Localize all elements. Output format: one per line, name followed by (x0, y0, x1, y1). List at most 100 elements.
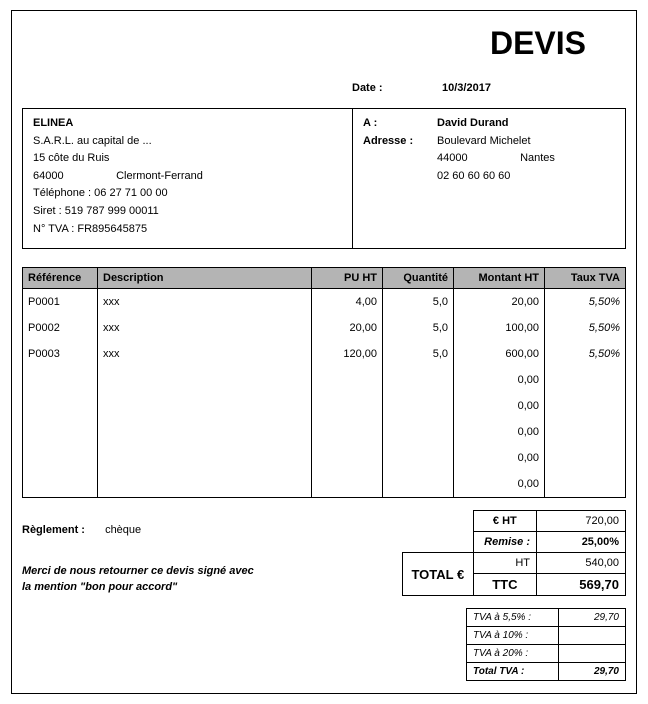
cell-tva: 5,50% (545, 315, 626, 341)
cell-ref (23, 393, 98, 419)
table-row: 0,00 (23, 445, 626, 471)
recipient-postal: 44000 (437, 150, 517, 168)
items-table: Référence Description PU HT Quantité Mon… (22, 267, 626, 498)
tva-breakdown: TVA à 5,5% : 29,70 TVA à 10% : TVA à 20%… (466, 608, 626, 681)
cell-tva: 5,50% (545, 289, 626, 316)
cell-qty (383, 393, 454, 419)
table-row: 0,00 (23, 419, 626, 445)
col-ref: Référence (23, 268, 98, 289)
sender-city-row: 64000 Clermont-Ferrand (33, 168, 342, 186)
cell-ref: P0002 (23, 315, 98, 341)
table-row: P0002xxx20,005,0100,005,50% (23, 315, 626, 341)
cell-pu: 120,00 (312, 341, 383, 367)
sender-city: Clermont-Ferrand (116, 170, 203, 182)
cell-desc: xxx (98, 315, 312, 341)
cell-mht: 0,00 (454, 419, 545, 445)
document-title: DEVIS (22, 25, 626, 62)
cell-pu: 4,00 (312, 289, 383, 316)
sender-vat-label: N° TVA : (33, 223, 74, 235)
eht-value: 720,00 (537, 511, 626, 532)
addr-label: Adresse : (363, 133, 437, 151)
cell-desc: xxx (98, 341, 312, 367)
table-row: P0003xxx120,005,0600,005,50% (23, 341, 626, 367)
cell-ref (23, 445, 98, 471)
remise-value: 25,00% (537, 532, 626, 553)
bottom-section: Règlement : chèque Merci de nous retourn… (22, 510, 626, 681)
sender-block: ELINEA S.A.R.L. au capital de ... 15 côt… (23, 109, 353, 248)
note-line-2: la mention "bon pour accord" (22, 580, 402, 595)
devis-page: DEVIS Date : 10/3/2017 ELINEA S.A.R.L. a… (11, 10, 637, 694)
eht-label: € HT (473, 511, 536, 532)
cell-tva (545, 419, 626, 445)
sender-siret-row: Siret : 519 787 999 00011 (33, 203, 342, 221)
sender-siret-label: Siret : (33, 205, 62, 217)
sender-phone-row: Téléphone : 06 27 71 00 00 (33, 185, 342, 203)
recipient-name: David Durand (437, 115, 615, 133)
cell-pu (312, 471, 383, 498)
sender-postal: 64000 (33, 168, 113, 186)
cell-tva (545, 367, 626, 393)
cell-qty: 5,0 (383, 289, 454, 316)
cell-desc (98, 367, 312, 393)
cell-pu (312, 419, 383, 445)
cell-qty (383, 445, 454, 471)
cell-pu: 20,00 (312, 315, 383, 341)
cell-pu (312, 393, 383, 419)
cell-qty (383, 367, 454, 393)
ht-value: 540,00 (537, 553, 626, 574)
col-tva: Taux TVA (545, 268, 626, 289)
cell-qty: 5,0 (383, 315, 454, 341)
signature-note: Merci de nous retourner ce devis signé a… (22, 564, 402, 595)
to-label: A : (363, 115, 437, 133)
cell-mht: 20,00 (454, 289, 545, 316)
date-value: 10/3/2017 (442, 82, 491, 94)
cell-ref: P0003 (23, 341, 98, 367)
note-line-1: Merci de nous retourner ce devis signé a… (22, 564, 402, 579)
cell-qty (383, 419, 454, 445)
cell-ref (23, 367, 98, 393)
cell-desc (98, 419, 312, 445)
cell-tva: 5,50% (545, 341, 626, 367)
sender-phone-label: Téléphone : (33, 187, 91, 199)
ttc-label: TTC (473, 574, 536, 596)
cell-desc (98, 471, 312, 498)
remise-label: Remise : (473, 532, 536, 553)
table-row: P0001xxx4,005,020,005,50% (23, 289, 626, 316)
cell-pu (312, 445, 383, 471)
tva-20-value (559, 645, 626, 663)
recipient-street: Boulevard Michelet (437, 133, 615, 151)
recipient-phone: 02 60 60 60 60 (437, 168, 615, 186)
cell-desc: xxx (98, 289, 312, 316)
cell-desc (98, 445, 312, 471)
tva-10-label: TVA à 10% : (467, 627, 559, 645)
tva-20-label: TVA à 20% : (467, 645, 559, 663)
cell-ref: P0001 (23, 289, 98, 316)
cell-tva (545, 445, 626, 471)
cell-ref (23, 471, 98, 498)
payment-value: chèque (105, 524, 141, 536)
cell-desc (98, 393, 312, 419)
tva-5-5-value: 29,70 (559, 609, 626, 627)
cell-mht: 0,00 (454, 393, 545, 419)
sender-siret: 519 787 999 00011 (65, 205, 159, 217)
cell-mht: 100,00 (454, 315, 545, 341)
total-euro-label: TOTAL € (403, 553, 474, 596)
sender-vat-row: N° TVA : FR895645875 (33, 221, 342, 239)
recipient-city: Nantes (520, 152, 555, 164)
payment-row: Règlement : chèque (22, 524, 402, 536)
cell-mht: 0,00 (454, 445, 545, 471)
cell-tva (545, 393, 626, 419)
cell-ref (23, 419, 98, 445)
payment-label: Règlement : (22, 524, 102, 536)
tva-5-5-label: TVA à 5,5% : (467, 609, 559, 627)
totals-table: € HT 720,00 Remise : 25,00% TOTAL € HT 5… (402, 510, 626, 596)
sender-vat: FR895645875 (77, 223, 147, 235)
sender-phone: 06 27 71 00 00 (94, 187, 167, 199)
col-qty: Quantité (383, 268, 454, 289)
cell-qty: 5,0 (383, 341, 454, 367)
col-mht: Montant HT (454, 268, 545, 289)
table-row: 0,00 (23, 471, 626, 498)
date-row: Date : 10/3/2017 (22, 82, 626, 94)
recipient-city-row: 44000 Nantes (437, 150, 615, 168)
table-row: 0,00 (23, 367, 626, 393)
